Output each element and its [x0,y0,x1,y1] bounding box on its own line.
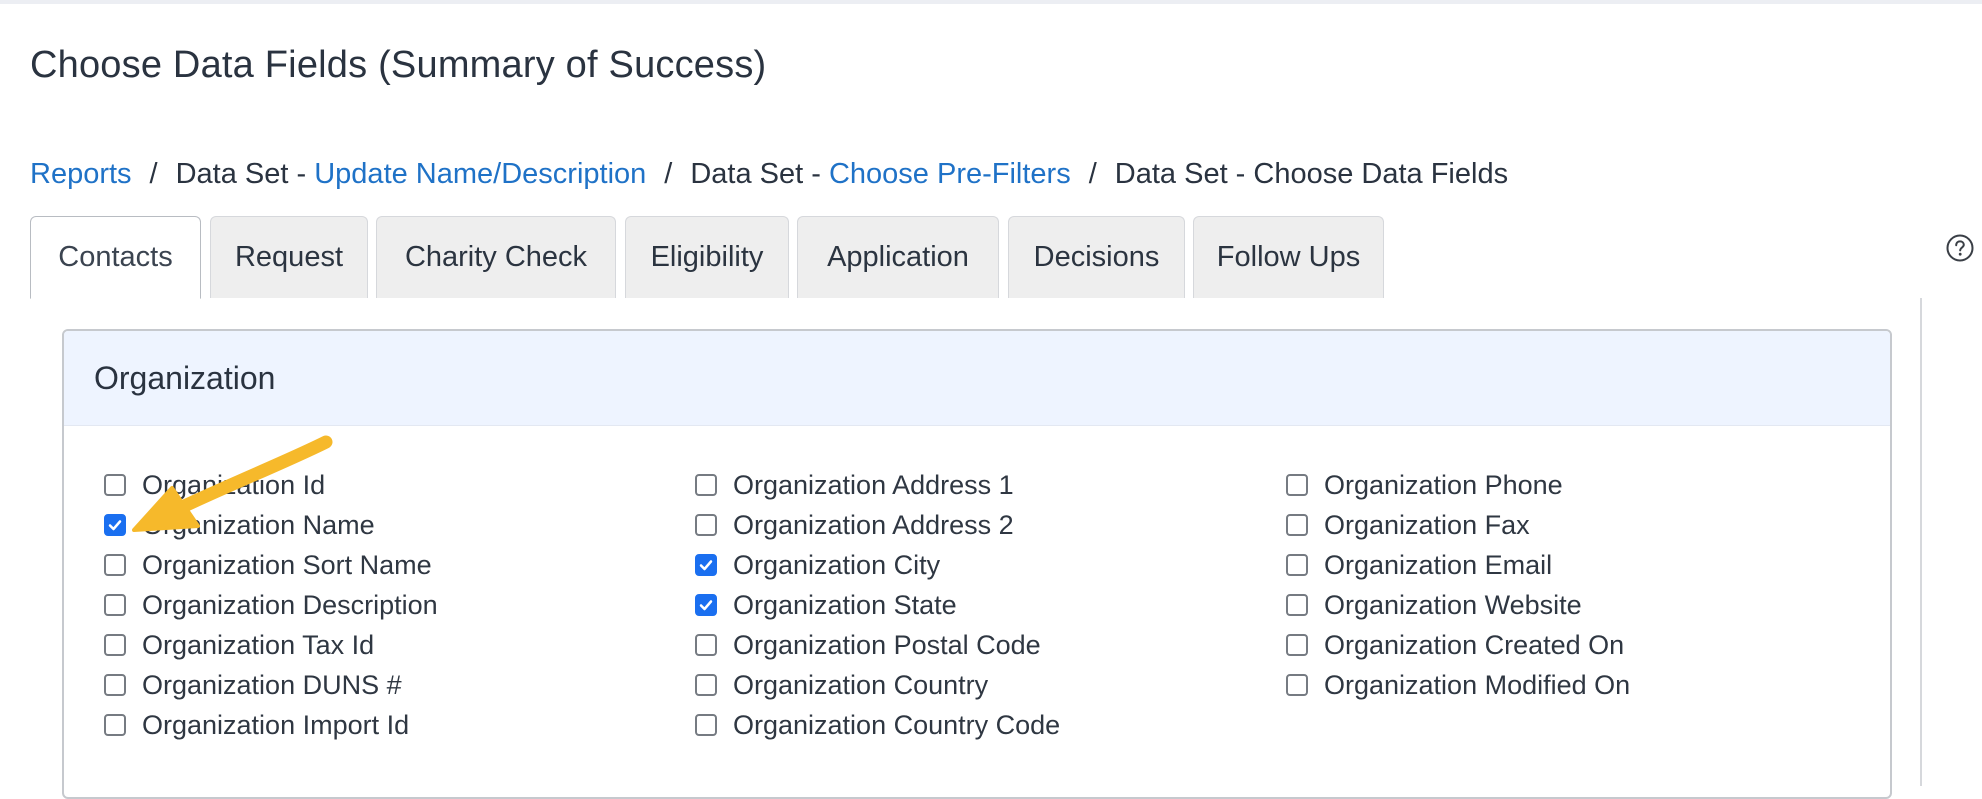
checkbox[interactable] [1286,474,1308,496]
checkbox[interactable] [104,474,126,496]
field-organization-phone[interactable]: Organization Phone [1286,465,1563,505]
field-organization-website[interactable]: Organization Website [1286,585,1582,625]
field-organization-address-2[interactable]: Organization Address 2 [695,505,1014,545]
checkbox[interactable] [695,474,717,496]
field-organization-modified-on[interactable]: Organization Modified On [1286,665,1630,705]
tab-eligibility[interactable]: Eligibility [625,216,789,298]
field-label: Organization Country Code [733,709,1061,740]
checkbox[interactable] [695,714,717,736]
field-organization-description[interactable]: Organization Description [104,585,438,625]
breadcrumb-pre-filters-link[interactable]: Choose Pre-Filters [829,158,1071,190]
checkbox[interactable] [1286,594,1308,616]
checkbox[interactable] [1286,554,1308,576]
field-organization-created-on[interactable]: Organization Created On [1286,625,1624,665]
field-organization-state[interactable]: Organization State [695,585,957,625]
field-organization-postal-code[interactable]: Organization Postal Code [695,625,1041,665]
question-circle-icon[interactable] [1946,234,1974,262]
field-label: Organization Import Id [142,709,410,740]
field-label: Organization Description [142,589,438,620]
field-organization-country-code[interactable]: Organization Country Code [695,705,1060,745]
field-label: Organization Phone [1324,469,1563,500]
field-organization-import-id[interactable]: Organization Import Id [104,705,409,745]
checkbox[interactable] [1286,634,1308,656]
field-label: Organization Modified On [1324,669,1631,700]
field-organization-country[interactable]: Organization Country [695,665,988,705]
field-label: Organization Address 2 [733,509,1014,540]
tab-panel-border [1920,298,1922,786]
field-organization-duns[interactable]: Organization DUNS # [104,665,402,705]
checkbox[interactable] [104,674,126,696]
field-organization-name[interactable]: Organization Name [104,505,375,545]
checkbox[interactable] [104,714,126,736]
page-title: Choose Data Fields (Summary of Success) [30,44,767,86]
field-label: Organization Sort Name [142,549,432,580]
tab-application[interactable]: Application [797,216,999,298]
checkbox[interactable] [104,554,126,576]
breadcrumb-current: Data Set - Choose Data Fields [1114,158,1509,190]
field-label: Organization State [733,589,957,620]
field-label: Organization Email [1324,549,1553,580]
tab-decisions[interactable]: Decisions [1008,216,1185,298]
breadcrumb-reports-link[interactable]: Reports [30,158,132,190]
checkbox[interactable] [104,634,126,656]
field-label: Organization Postal Code [733,629,1041,660]
checkbox[interactable] [695,514,717,536]
field-label: Organization City [733,549,941,580]
breadcrumb-prefix: Data Set - [690,158,829,190]
tab-follow-ups[interactable]: Follow Ups [1193,216,1384,298]
breadcrumb: Reports / Data Set - Update Name/Descripti… [30,158,1508,191]
field-label: Organization Country [733,669,989,700]
checkbox[interactable] [1286,514,1308,536]
field-label: Organization DUNS # [142,669,402,700]
tab-request[interactable]: Request [210,216,368,298]
field-label: Organization Tax Id [142,629,375,660]
checkbox[interactable] [695,554,717,576]
field-organization-id[interactable]: Organization Id [104,465,325,505]
checkbox[interactable] [104,594,126,616]
field-label: Organization Name [142,509,375,540]
field-label: Organization Created On [1324,629,1625,660]
checkbox[interactable] [104,514,126,536]
field-organization-fax[interactable]: Organization Fax [1286,505,1530,545]
section-title: Organization [64,331,1890,426]
field-organization-email[interactable]: Organization Email [1286,545,1552,585]
checkbox[interactable] [1286,674,1308,696]
breadcrumb-separator: / [149,158,158,190]
top-strip [0,0,1982,4]
field-organization-sort-name[interactable]: Organization Sort Name [104,545,432,585]
tab-contacts[interactable]: Contacts [30,216,201,299]
field-organization-tax-id[interactable]: Organization Tax Id [104,625,374,665]
breadcrumb-separator: / [664,158,673,190]
breadcrumb-update-name-link[interactable]: Update Name/Description [314,158,646,190]
checkbox[interactable] [695,674,717,696]
breadcrumb-prefix: Data Set - [175,158,315,190]
tab-charity-check[interactable]: Charity Check [376,216,616,298]
checkbox[interactable] [695,634,717,656]
breadcrumb-separator: / [1088,158,1097,190]
field-label: Organization Id [142,469,326,500]
field-organization-city[interactable]: Organization City [695,545,940,585]
field-label: Organization Website [1324,589,1582,620]
checkbox[interactable] [695,594,717,616]
field-label: Organization Address 1 [733,469,1014,500]
field-label: Organization Fax [1324,509,1530,540]
field-organization-address-1[interactable]: Organization Address 1 [695,465,1014,505]
